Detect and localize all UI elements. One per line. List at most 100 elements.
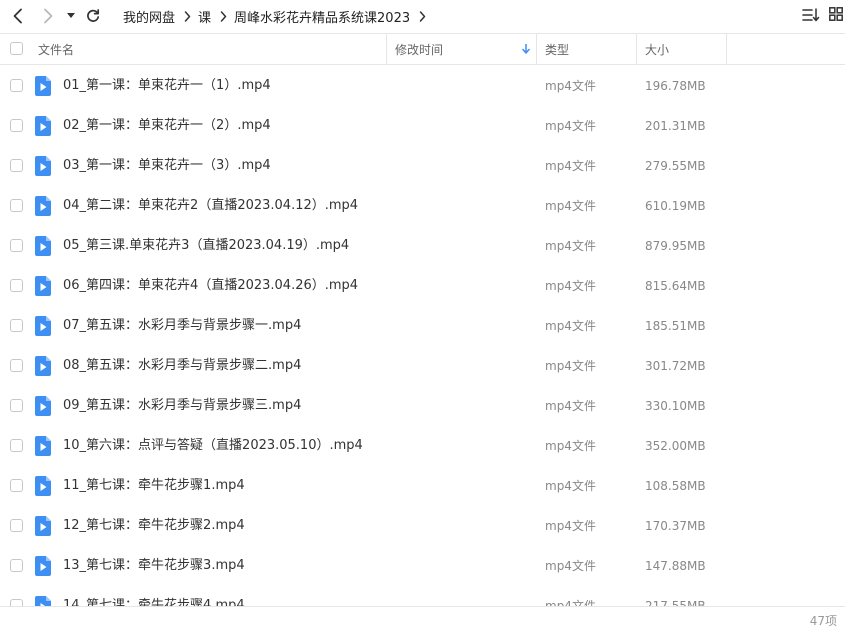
file-name[interactable]: 14_第七课：牵牛花步骤4.mp4: [63, 586, 245, 606]
file-size: 108.58MB: [645, 479, 706, 493]
file-name[interactable]: 02_第一课：单束花卉一（2）.mp4: [63, 106, 271, 146]
sort-options-button[interactable]: [802, 7, 820, 25]
video-file-icon: [35, 476, 51, 496]
video-file-icon: [35, 556, 51, 576]
file-type: mp4文件: [545, 559, 596, 573]
breadcrumb-item[interactable]: 我的网盘: [123, 7, 175, 26]
file-size: 879.95MB: [645, 239, 706, 253]
video-file-icon: [35, 396, 51, 416]
file-type: mp4文件: [545, 519, 596, 533]
file-name[interactable]: 12_第七课：牵牛花步骤2.mp4: [63, 506, 245, 546]
file-name[interactable]: 04_第二课：单束花卉2（直播2023.04.12）.mp4: [63, 186, 358, 226]
breadcrumb-item[interactable]: 周峰水彩花卉精品系统课2023: [234, 7, 410, 26]
row-checkbox[interactable]: [10, 279, 23, 292]
back-button[interactable]: [8, 5, 28, 27]
file-name[interactable]: 03_第一课：单束花卉一（3）.mp4: [63, 146, 271, 186]
file-type: mp4文件: [545, 199, 596, 213]
column-name[interactable]: 文件名: [38, 34, 383, 64]
file-size: 279.55MB: [645, 159, 706, 173]
row-checkbox[interactable]: [10, 399, 23, 412]
file-type: mp4文件: [545, 159, 596, 173]
caret-down-icon: [67, 13, 75, 18]
column-modified[interactable]: 修改时间: [395, 34, 535, 64]
file-row[interactable]: 01_第一课：单束花卉一（1）.mp4 mp4文件 196.78MB: [0, 66, 845, 106]
video-file-icon: [35, 516, 51, 536]
file-type: mp4文件: [545, 239, 596, 253]
forward-button[interactable]: [38, 5, 58, 27]
file-name[interactable]: 10_第六课：点评与答疑（直播2023.05.10）.mp4: [63, 426, 363, 466]
file-name[interactable]: 01_第一课：单束花卉一（1）.mp4: [63, 66, 271, 106]
grid-view-icon: [829, 7, 843, 21]
file-row[interactable]: 04_第二课：单束花卉2（直播2023.04.12）.mp4 mp4文件 610.1…: [0, 186, 845, 226]
column-type[interactable]: 类型: [545, 34, 635, 64]
file-row[interactable]: 12_第七课：牵牛花步骤2.mp4 mp4文件 170.37MB: [0, 506, 845, 546]
row-checkbox[interactable]: [10, 439, 23, 452]
file-name[interactable]: 11_第七课：牵牛花步骤1.mp4: [63, 466, 245, 506]
breadcrumb-item[interactable]: 课: [198, 7, 211, 26]
row-checkbox[interactable]: [10, 559, 23, 572]
file-row[interactable]: 10_第六课：点评与答疑（直播2023.05.10）.mp4 mp4文件 352.0…: [0, 426, 845, 466]
breadcrumb: 我的网盘 课 周峰水彩花卉精品系统课2023: [123, 0, 433, 32]
column-divider[interactable]: [726, 34, 727, 64]
column-divider[interactable]: [386, 34, 387, 64]
file-name[interactable]: 08_第五课：水彩月季与背景步骤二.mp4: [63, 346, 301, 386]
video-file-icon: [35, 596, 51, 606]
file-size: 815.64MB: [645, 279, 706, 293]
video-file-icon: [35, 156, 51, 176]
file-row[interactable]: 05_第三课.单束花卉3（直播2023.04.19）.mp4 mp4文件 879.9…: [0, 226, 845, 266]
file-size: 352.00MB: [645, 439, 706, 453]
file-list: 01_第一课：单束花卉一（1）.mp4 mp4文件 196.78MB 02_第一课：单…: [0, 66, 845, 606]
file-name[interactable]: 06_第四课：单束花卉4（直播2023.04.26）.mp4: [63, 266, 358, 306]
item-count: 47项: [809, 614, 837, 628]
file-size: 217.55MB: [645, 599, 706, 606]
video-file-icon: [35, 236, 51, 256]
chevron-right-icon: [220, 10, 227, 22]
file-row[interactable]: 07_第五课：水彩月季与背景步骤一.mp4 mp4文件 185.51MB: [0, 306, 845, 346]
file-size: 196.78MB: [645, 79, 706, 93]
column-divider[interactable]: [636, 34, 637, 64]
row-checkbox[interactable]: [10, 199, 23, 212]
row-checkbox[interactable]: [10, 319, 23, 332]
file-row[interactable]: 14_第七课：牵牛花步骤4.mp4 mp4文件 217.55MB: [0, 586, 845, 606]
row-checkbox[interactable]: [10, 599, 23, 606]
file-row[interactable]: 08_第五课：水彩月季与背景步骤二.mp4 mp4文件 301.72MB: [0, 346, 845, 386]
video-file-icon: [35, 436, 51, 456]
file-name[interactable]: 09_第五课：水彩月季与背景步骤三.mp4: [63, 386, 301, 426]
row-checkbox[interactable]: [10, 479, 23, 492]
file-row[interactable]: 06_第四课：单束花卉4（直播2023.04.26）.mp4 mp4文件 815.6…: [0, 266, 845, 306]
file-type: mp4文件: [545, 319, 596, 333]
file-name[interactable]: 07_第五课：水彩月季与背景步骤一.mp4: [63, 306, 301, 346]
file-row[interactable]: 03_第一课：单束花卉一（3）.mp4 mp4文件 279.55MB: [0, 146, 845, 186]
file-name[interactable]: 05_第三课.单束花卉3（直播2023.04.19）.mp4: [63, 226, 349, 266]
row-checkbox[interactable]: [10, 359, 23, 372]
file-size: 301.72MB: [645, 359, 706, 373]
row-checkbox[interactable]: [10, 239, 23, 252]
file-row[interactable]: 13_第七课：牵牛花步骤3.mp4 mp4文件 147.88MB: [0, 546, 845, 586]
column-divider[interactable]: [536, 34, 537, 64]
row-checkbox[interactable]: [10, 159, 23, 172]
file-name[interactable]: 13_第七课：牵牛花步骤3.mp4: [63, 546, 245, 586]
column-header: 文件名 修改时间 类型 大小: [0, 33, 845, 65]
history-dropdown-button[interactable]: [64, 5, 78, 27]
video-file-icon: [35, 196, 51, 216]
file-row[interactable]: 02_第一课：单束花卉一（2）.mp4 mp4文件 201.31MB: [0, 106, 845, 146]
row-checkbox[interactable]: [10, 519, 23, 532]
file-row[interactable]: 09_第五课：水彩月季与背景步骤三.mp4 mp4文件 330.10MB: [0, 386, 845, 426]
file-type: mp4文件: [545, 79, 596, 93]
view-toggle-button[interactable]: [829, 7, 843, 25]
file-type: mp4文件: [545, 479, 596, 493]
file-row[interactable]: 11_第七课：牵牛花步骤1.mp4 mp4文件 108.58MB: [0, 466, 845, 506]
select-all-checkbox[interactable]: [10, 42, 23, 55]
refresh-button[interactable]: [83, 5, 103, 27]
file-size: 330.10MB: [645, 399, 706, 413]
file-type: mp4文件: [545, 399, 596, 413]
sort-list-icon: [802, 8, 820, 22]
row-checkbox[interactable]: [10, 119, 23, 132]
file-size: 185.51MB: [645, 319, 706, 333]
file-type: mp4文件: [545, 359, 596, 373]
refresh-icon: [87, 9, 100, 22]
column-size[interactable]: 大小: [645, 34, 725, 64]
video-file-icon: [35, 76, 51, 96]
row-checkbox[interactable]: [10, 79, 23, 92]
chevron-left-icon: [13, 8, 22, 24]
